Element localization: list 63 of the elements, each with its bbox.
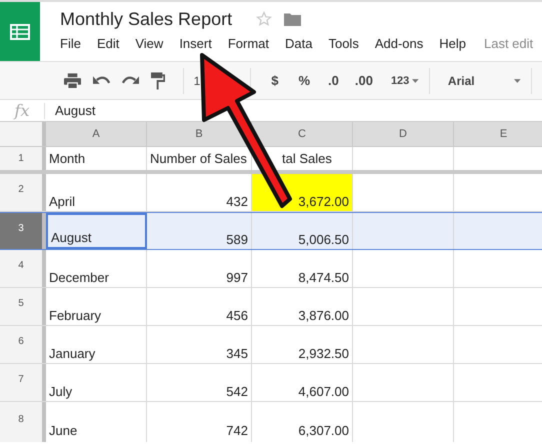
font-dropdown[interactable]: Arial (448, 74, 514, 88)
caret-icon (514, 78, 522, 82)
table-cell[interactable]: 8,474.50 (252, 250, 353, 287)
menu-item[interactable]: Insert (179, 36, 212, 51)
table-cell[interactable]: June (46, 402, 147, 442)
redo-icon[interactable] (122, 74, 140, 86)
row-header[interactable]: 5 (0, 288, 46, 325)
table-cell[interactable]: 4,607.00 (252, 364, 353, 401)
table-cell[interactable]: 456 (147, 288, 252, 325)
document-title[interactable]: Monthly Sales Report (60, 8, 232, 30)
zoom-dropdown[interactable]: 1 (194, 74, 200, 88)
last-edit-link[interactable]: Last edit (484, 36, 534, 51)
row-header[interactable]: 3 (0, 213, 46, 249)
table-cell[interactable]: Number of Sales (150, 151, 247, 166)
table-cell[interactable]: 997 (147, 250, 252, 287)
column-header[interactable]: D (353, 122, 454, 146)
percent-format-button[interactable]: % (298, 73, 310, 88)
menu-item[interactable]: Edit (96, 36, 120, 51)
table-cell[interactable]: April (46, 174, 147, 211)
column-header[interactable]: C (252, 122, 353, 146)
table-cell[interactable]: January (46, 326, 147, 363)
table-cell[interactable]: August (46, 213, 147, 249)
row-header[interactable]: 6 (0, 326, 46, 363)
row-header[interactable]: 4 (0, 250, 46, 287)
caret-icon (412, 78, 419, 82)
table-cell[interactable]: 542 (147, 364, 252, 401)
star-icon[interactable] (256, 11, 272, 27)
menu-item[interactable]: Add-ons (374, 36, 424, 51)
table-cell[interactable]: 6,307.00 (252, 402, 353, 442)
row-header[interactable]: 8 (0, 402, 46, 442)
table-cell[interactable]: 589 (147, 213, 252, 249)
table-cell[interactable]: tal Sales (282, 151, 332, 166)
increase-decimals-button[interactable]: .00 (354, 73, 373, 88)
table-cell[interactable]: 742 (147, 402, 252, 442)
table-cell[interactable]: 3,876.00 (252, 288, 353, 325)
row-header[interactable]: 2 (0, 174, 46, 211)
print-icon[interactable] (64, 72, 82, 88)
currency-format-button[interactable]: $ (271, 73, 278, 88)
table-cell[interactable]: December (46, 250, 147, 287)
table-cell[interactable]: July (46, 364, 147, 401)
menu-item[interactable]: File (60, 36, 81, 51)
formula-label: fx (12, 101, 30, 120)
menu-item[interactable]: Data (285, 36, 312, 51)
column-header[interactable]: E (454, 122, 542, 146)
menu-item[interactable]: Format (228, 36, 269, 51)
menu-item[interactable]: Help (439, 36, 466, 51)
row-header[interactable]: 1 (0, 147, 46, 170)
folder-icon[interactable] (284, 12, 302, 26)
formula-input[interactable]: August (55, 103, 96, 118)
column-header[interactable]: A (46, 122, 147, 146)
table-cell[interactable]: Month (49, 151, 86, 166)
decrease-decimals-button[interactable]: .0 (328, 73, 339, 88)
undo-icon[interactable] (93, 74, 110, 86)
number-format-dropdown[interactable]: 123 (390, 74, 410, 86)
menu-item[interactable]: Tools (328, 36, 359, 51)
table-cell[interactable]: 2,932.50 (252, 326, 353, 363)
paint-format-icon[interactable] (151, 72, 165, 90)
table-cell[interactable]: 5,006.50 (252, 213, 353, 249)
table-cell[interactable]: 345 (147, 326, 252, 363)
table-cell[interactable]: February (46, 288, 147, 325)
menu-item[interactable]: View (135, 36, 164, 51)
sheets-logo-icon[interactable] (0, 2, 40, 61)
row-header[interactable]: 7 (0, 364, 46, 401)
